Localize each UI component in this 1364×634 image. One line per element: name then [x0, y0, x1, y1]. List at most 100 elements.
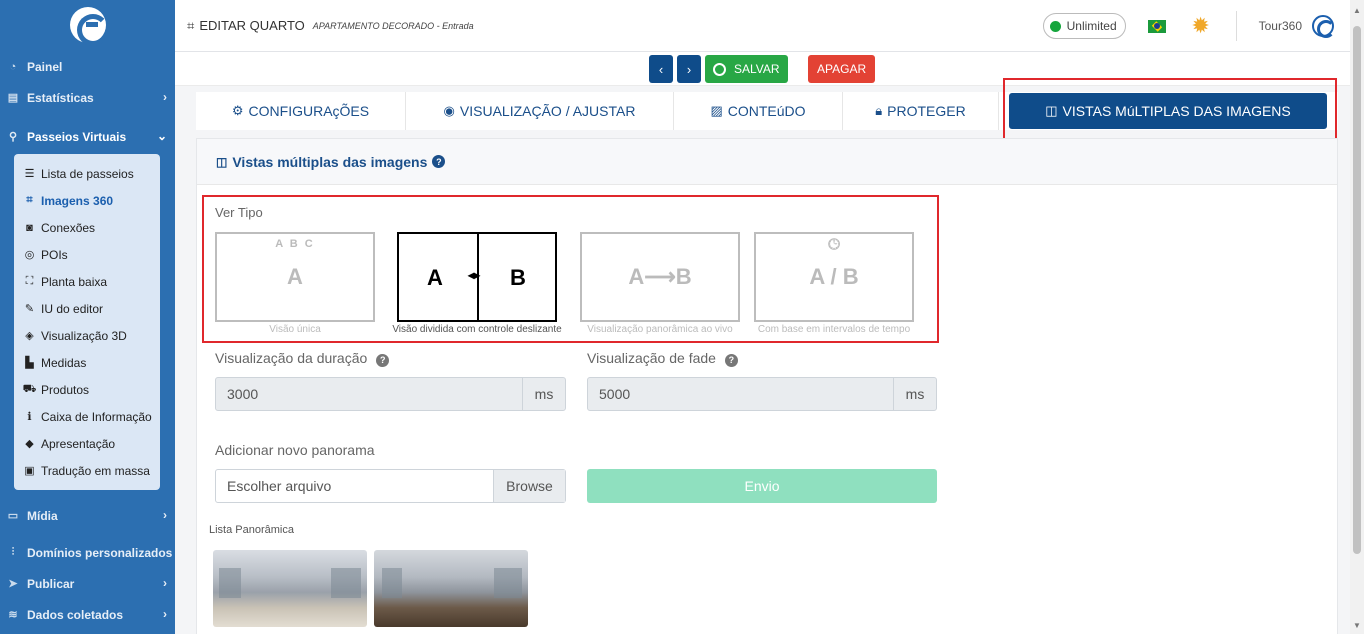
sidebar-item-painel[interactable]: ◔ Painel	[0, 51, 175, 82]
submenu-item-label: Imagens 360	[41, 193, 114, 208]
submenu-item-medidas[interactable]: ▙ Medidas	[14, 349, 160, 376]
brazil-flag-icon[interactable]	[1147, 19, 1166, 33]
gauge-icon: ◔	[9, 60, 17, 73]
duration-unit: ms	[522, 378, 565, 410]
cube-icon: ◈	[25, 330, 34, 342]
tab-proteger[interactable]: 🔒︎ PROTEGER	[843, 92, 999, 130]
submenu-item-label: Visualização 3D	[41, 328, 127, 343]
duration-value[interactable]: 3000	[216, 378, 522, 410]
header-right: Unlimited ✹ Tour360	[1042, 0, 1350, 52]
chart-icon: ▤	[7, 92, 19, 104]
sidebar-item-label: Painel	[27, 59, 63, 74]
thumb-detail	[494, 568, 522, 598]
sidebar: ◔ Painel ▤ Estatísticas › ⚲ Passeios Vir…	[0, 0, 175, 634]
submenu-item-visualizacao-3d[interactable]: ◈ Visualização 3D	[14, 322, 160, 349]
save-button[interactable]: SALVAR	[705, 55, 788, 83]
tab-label: CONFIGURAçÕES	[248, 103, 370, 119]
file-input[interactable]: Escolher arquivo Browse	[215, 469, 566, 503]
submenu-item-pois[interactable]: ◎ POIs	[14, 241, 160, 268]
chevron-right-icon: ›	[163, 607, 167, 621]
tab-visualizacao-ajustar[interactable]: ◉ VISUALIZAÇÃO / AJUSTAR	[406, 92, 674, 130]
submenu-item-produtos[interactable]: ⛟ Produtos	[14, 376, 160, 403]
frame-icon: ⌗	[187, 17, 195, 33]
submenu-item-caixa-de-informacao[interactable]: ℹ Caixa de Informação	[14, 403, 160, 430]
page-title-text: EDITAR QUARTO	[199, 18, 305, 33]
sidebar-item-label: Mídia	[27, 508, 58, 523]
sidebar-item-publicar[interactable]: ➤ Publicar ›	[0, 568, 175, 599]
panel-header: ◫ Vistas múltiplas das imagens ?	[197, 139, 1337, 185]
submenu-item-label: POIs	[41, 247, 68, 262]
page-scrollbar[interactable]: ▲ ▼	[1350, 0, 1364, 634]
duration-input[interactable]: 3000 ms	[215, 377, 566, 411]
submenu-item-lista-de-passeios[interactable]: ☰ Lista de passeios	[14, 160, 160, 187]
sidebar-item-dominios-personalizados[interactable]: ⫶ Domínios personalizados	[0, 537, 175, 568]
chevron-right-icon: ›	[163, 90, 167, 104]
chevron-right-icon: ›	[163, 508, 167, 522]
link-icon: ◙	[26, 221, 33, 234]
highlight-box-view-type	[202, 195, 939, 343]
eye-icon: ◉	[443, 103, 455, 118]
help-icon[interactable]: ?	[376, 353, 390, 367]
fade-input[interactable]: 5000 ms	[587, 377, 937, 411]
tab-label: PROTEGER	[887, 103, 966, 119]
monitor-icon: ▭	[7, 510, 19, 522]
submenu-item-planta-baixa[interactable]: ⛶ Planta baixa	[14, 268, 160, 295]
submenu-item-iu-do-editor[interactable]: ✎ IU do editor	[14, 295, 160, 322]
submenu-item-apresentacao[interactable]: ◆ Apresentação	[14, 430, 160, 457]
send-button[interactable]: Envio	[587, 469, 937, 503]
scroll-down-icon[interactable]: ▼	[1353, 621, 1361, 630]
browse-button[interactable]: Browse	[493, 470, 565, 502]
help-icon[interactable]: ?	[432, 155, 446, 168]
submenu-item-traducao-em-massa[interactable]: ▣ Tradução em massa	[14, 457, 160, 484]
sidebar-item-estatisticas[interactable]: ▤ Estatísticas ›	[0, 82, 175, 113]
highlight-box-tab	[1003, 78, 1337, 143]
submenu-item-label: Planta baixa	[41, 274, 108, 289]
avatar[interactable]	[1312, 15, 1335, 38]
submenu-item-label: Conexões	[41, 220, 96, 235]
user-name[interactable]: Tour360	[1259, 19, 1302, 33]
submenu-item-conexoes[interactable]: ◙ Conexões	[14, 214, 160, 241]
next-button[interactable]: ›	[677, 55, 701, 83]
submenu-item-imagens-360[interactable]: ⌗ Imagens 360	[14, 187, 160, 214]
tab-label: CONTEúDO	[727, 103, 806, 119]
prev-button[interactable]: ‹	[649, 55, 673, 83]
send-icon: ➤	[8, 578, 18, 590]
panel-title: Vistas múltiplas das imagens	[232, 153, 428, 170]
panorama-thumbnail[interactable]	[374, 550, 528, 627]
chevron-down-icon: ⌄	[156, 129, 167, 143]
brand-logo-icon[interactable]	[69, 7, 109, 46]
tab-label: VISUALIZAÇÃO / AJUSTAR	[459, 103, 636, 119]
submenu-item-label: Caixa de Informação	[41, 409, 152, 424]
sidebar-item-label: Passeios Virtuais	[27, 129, 127, 144]
tab-conteudo[interactable]: ▨ CONTEúDO	[674, 92, 843, 130]
sitemap-icon: ⫶	[11, 546, 15, 558]
fade-value[interactable]: 5000	[588, 378, 893, 410]
sun-icon[interactable]: ✹	[1190, 15, 1212, 37]
map-icon: ⛶	[25, 275, 34, 287]
fade-label-text: Visualização de fade	[587, 350, 716, 366]
scroll-up-icon[interactable]: ▲	[1353, 6, 1361, 15]
circle-icon	[713, 62, 726, 76]
help-icon[interactable]: ?	[724, 353, 738, 367]
layers-icon: ≋	[8, 609, 18, 621]
sidebar-item-label: Publicar	[27, 576, 75, 591]
sidebar-item-dados-coletados[interactable]: ≋ Dados coletados ›	[0, 599, 175, 630]
sidebar-item-passeios-virtuais[interactable]: ⚲ Passeios Virtuais ⌄	[0, 121, 175, 152]
top-header: ⌗ EDITAR QUARTO APARTAMENTO DECORADO - E…	[175, 0, 1350, 52]
tools-icon: ✎	[24, 303, 35, 315]
cart-icon: ⛟	[22, 382, 37, 395]
delete-button[interactable]: APAGAR	[808, 55, 876, 83]
status-dot-icon	[1049, 20, 1061, 32]
submenu-item-label: Produtos	[41, 382, 90, 397]
save-label: SALVAR	[734, 62, 780, 76]
sidebar-item-midia[interactable]: ▭ Mídia ›	[0, 500, 175, 531]
tab-configuracoes[interactable]: ⚙ CONFIGURAçÕES	[196, 92, 406, 130]
duration-label-text: Visualização da duração	[215, 350, 368, 366]
file-placeholder[interactable]: Escolher arquivo	[216, 470, 493, 502]
panorama-thumbnail[interactable]	[213, 550, 367, 627]
scroll-thumb[interactable]	[1353, 26, 1361, 554]
sidebar-item-label: Domínios personalizados	[27, 545, 173, 560]
images-icon: ▨	[710, 103, 723, 118]
fade-unit: ms	[893, 378, 936, 410]
add-panorama-label: Adicionar novo panorama	[215, 442, 375, 458]
